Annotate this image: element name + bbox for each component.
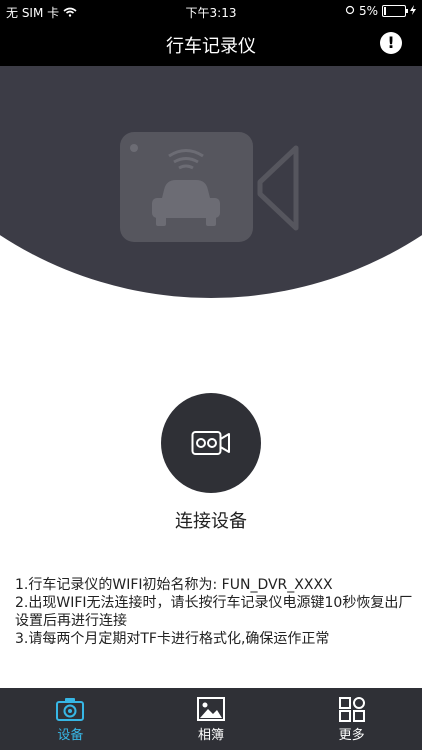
battery-icon [382, 5, 408, 17]
connect-device-button[interactable] [161, 393, 261, 493]
tab-label: 更多 [338, 727, 365, 743]
status-bar: 无 SIM 卡 下午3:13 5% [0, 0, 422, 22]
instruction-line: 3.请每两个月定期对TF卡进行格式化,确保运作正常 [15, 631, 330, 647]
instruction-line: 2.出现WIFI无法连接时，请长按行车记录仪电源键10秒恢复出厂设置后再进行连接 [15, 595, 413, 629]
location-icon [345, 4, 355, 18]
top-bar: 无 SIM 卡 下午3:13 5% 行车记录仪 ! [0, 0, 422, 66]
dashcam-illustration [120, 132, 299, 242]
video-camera-icon [191, 431, 230, 455]
tab-more[interactable]: 更多 [281, 688, 422, 750]
tab-devices[interactable]: 设备 [0, 688, 141, 750]
info-button[interactable]: ! [380, 32, 402, 54]
tab-label: 相簿 [198, 727, 225, 743]
page-title: 行车记录仪 [166, 36, 256, 57]
image-icon [197, 696, 225, 721]
exclamation-icon: ! [387, 33, 395, 52]
tab-album[interactable]: 相簿 [141, 688, 282, 750]
charging-icon [410, 4, 416, 18]
connect-device-label: 连接设备 [175, 511, 247, 532]
grid-icon [338, 696, 365, 722]
instruction-line: 1.行车记录仪的WIFI初始名称为: FUN_DVR_XXXX [15, 577, 333, 593]
instructions: 1.行车记录仪的WIFI初始名称为: FUN_DVR_XXXX 2.出现WIFI… [15, 576, 415, 648]
tab-bar: 设备 相簿 更多 [0, 688, 422, 750]
tab-label: 设备 [57, 727, 84, 743]
camera-icon [56, 697, 85, 721]
battery-percent: 5% [358, 4, 378, 18]
